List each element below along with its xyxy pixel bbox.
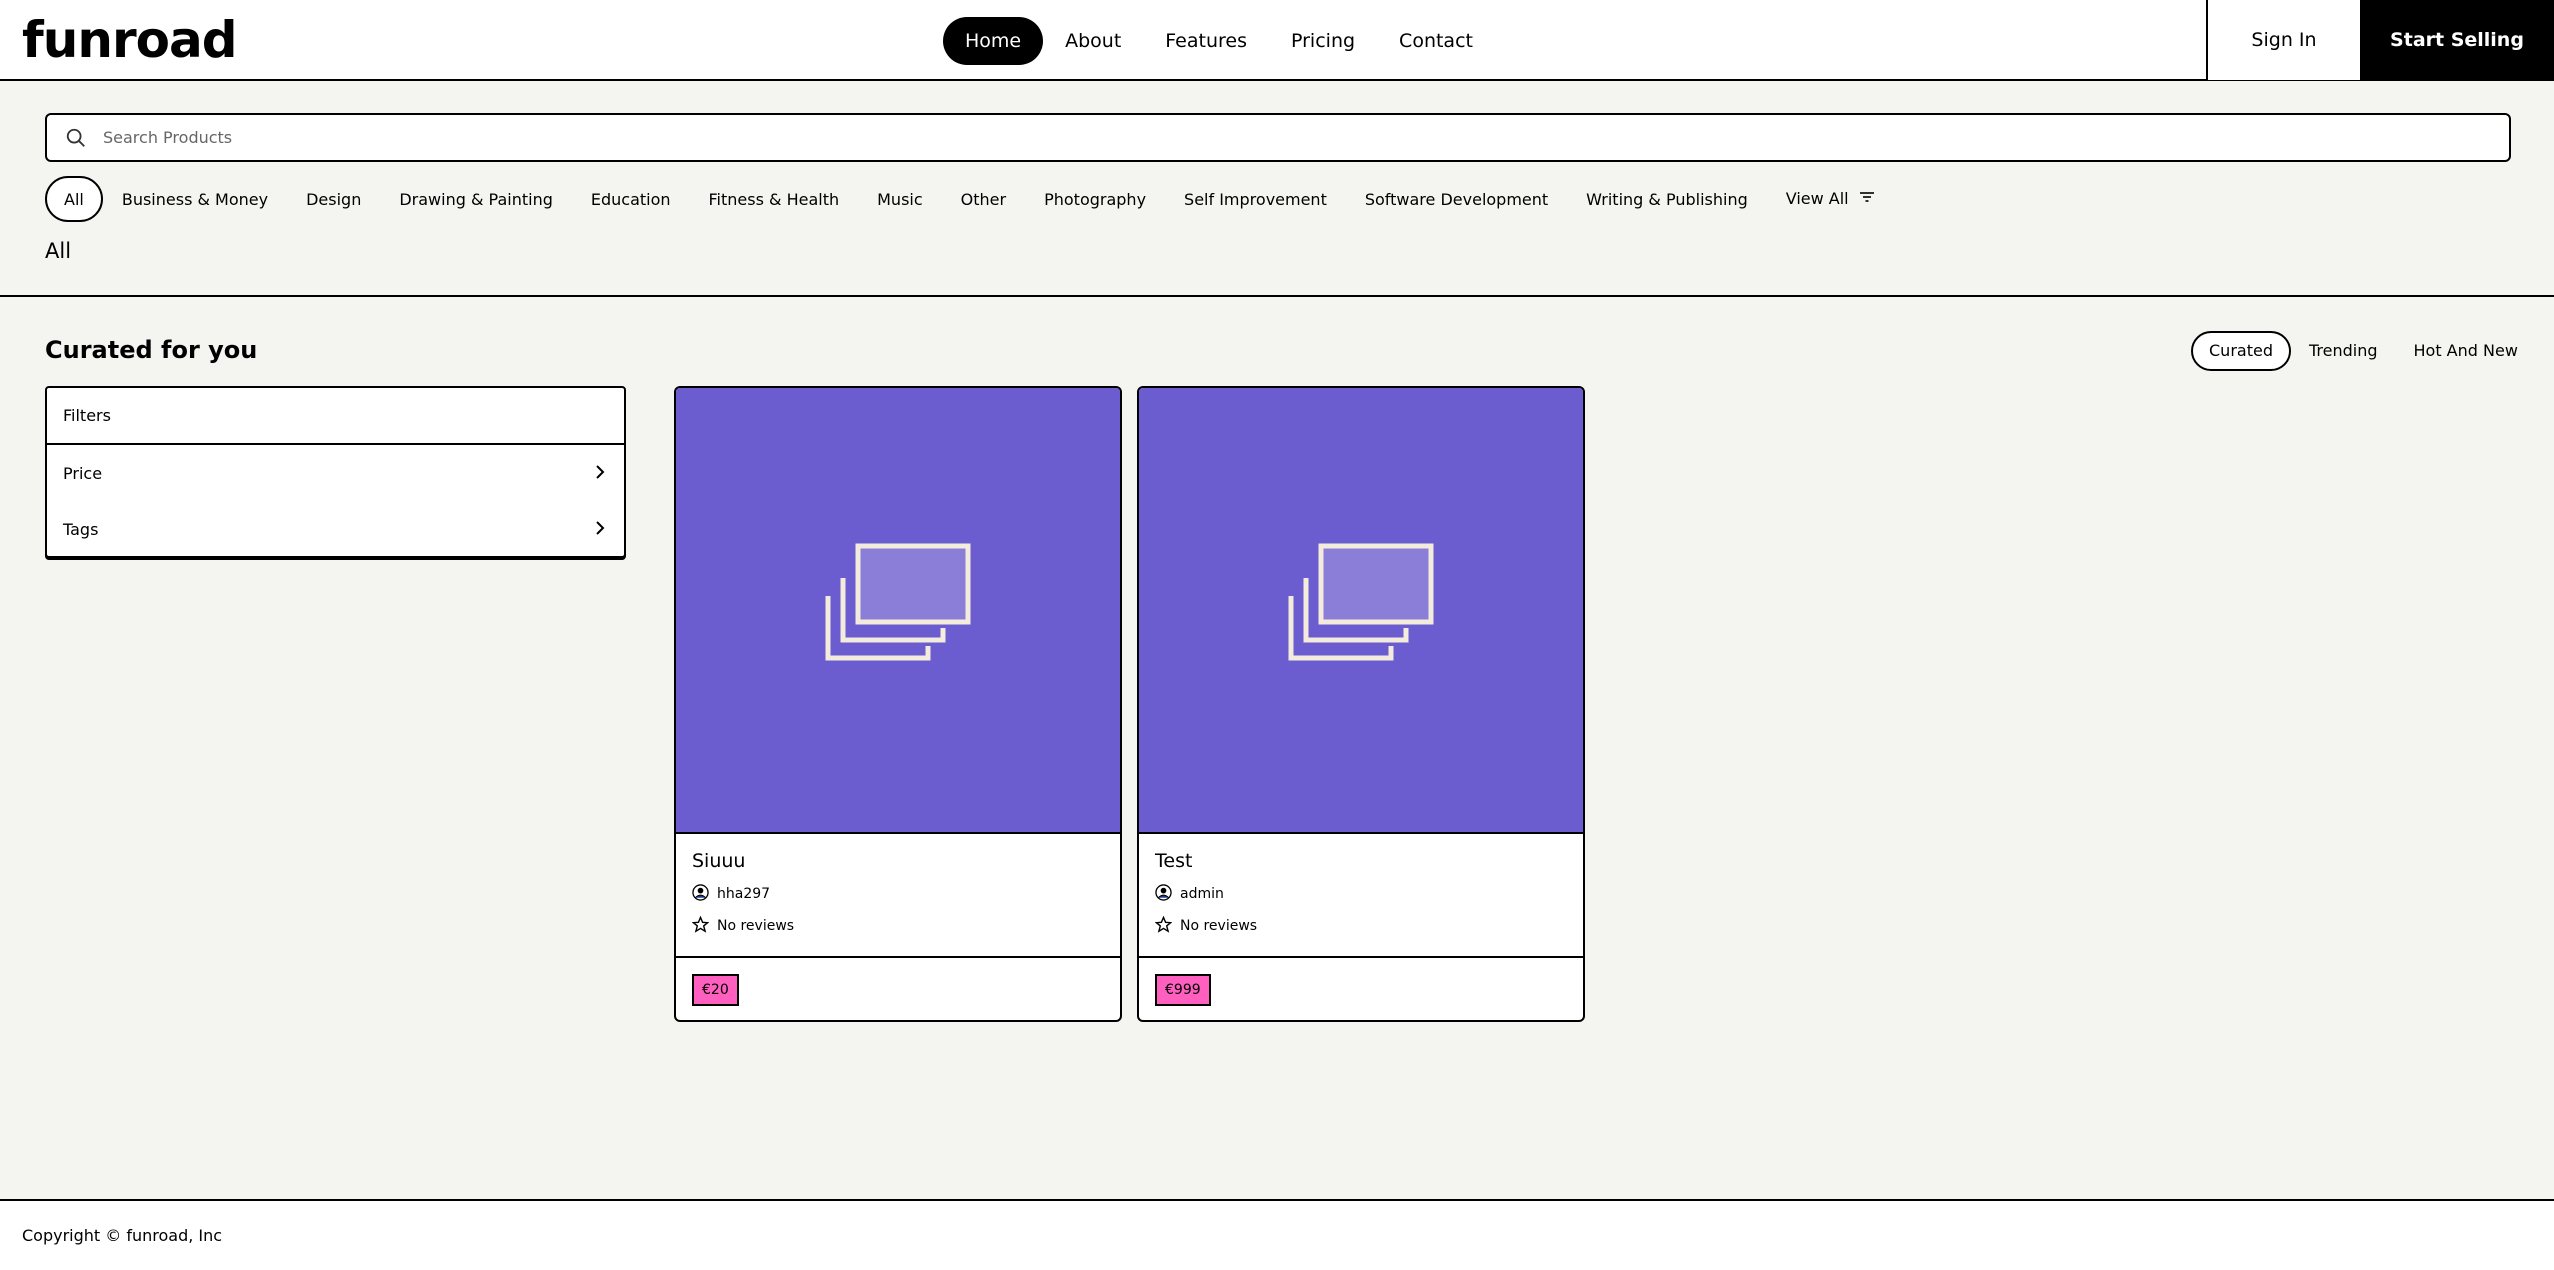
sort-tab-curated[interactable]: Curated: [2191, 331, 2291, 371]
author-name: hha297: [717, 886, 771, 902]
category-education[interactable]: Education: [572, 176, 690, 222]
image-placeholder-icon: [1276, 538, 1446, 682]
category-business-money[interactable]: Business & Money: [103, 176, 287, 222]
product-footer: €999: [1139, 958, 1583, 1020]
start-selling-button[interactable]: Start Selling: [2360, 0, 2554, 80]
user-avatar-icon: [1155, 883, 1172, 905]
product-image: [676, 388, 1120, 834]
sign-in-button[interactable]: Sign In: [2206, 0, 2360, 80]
category-software-development[interactable]: Software Development: [1346, 176, 1567, 222]
product-info: Siuuu hha297 No reviews: [676, 834, 1120, 958]
top-navbar: funroad Home About Features Pricing Cont…: [0, 0, 2554, 81]
filters-panel: Filters Price Tags: [45, 386, 626, 558]
product-title[interactable]: Siuuu: [692, 848, 1104, 874]
category-other[interactable]: Other: [942, 176, 1025, 222]
nav-link-pricing[interactable]: Pricing: [1269, 17, 1377, 65]
category-writing-publishing[interactable]: Writing & Publishing: [1567, 176, 1767, 222]
reviews-text: No reviews: [1180, 918, 1258, 934]
sort-tabs: Curated Trending Hot And New: [2191, 330, 2536, 372]
category-music[interactable]: Music: [858, 176, 942, 222]
category-all[interactable]: All: [45, 176, 103, 222]
current-category-label: All: [45, 239, 72, 263]
category-design[interactable]: Design: [287, 176, 380, 222]
section-title: Curated for you: [45, 336, 258, 364]
product-image: [1139, 388, 1583, 834]
search-icon: [63, 125, 89, 151]
reviews-text: No reviews: [717, 918, 795, 934]
sort-tab-hot-and-new[interactable]: Hot And New: [2396, 331, 2536, 371]
filters-header: Filters: [47, 388, 624, 445]
filter-tags[interactable]: Tags: [47, 501, 624, 557]
author-name: admin: [1180, 886, 1224, 902]
filter-price[interactable]: Price: [47, 445, 624, 501]
product-card[interactable]: Siuuu hha297 No reviews €20: [674, 386, 1122, 1022]
copyright-text: Copyright © funroad, Inc: [22, 1226, 223, 1245]
price-tag: €20: [692, 974, 739, 1006]
product-footer: €20: [676, 958, 1120, 1020]
nav-link-home[interactable]: Home: [943, 17, 1044, 65]
star-icon: [691, 915, 710, 937]
logo[interactable]: funroad: [22, 10, 237, 70]
nav-links: Home About Features Pricing Contact: [943, 17, 1495, 65]
price-tag: €999: [1155, 974, 1211, 1006]
filter-price-label: Price: [63, 463, 103, 483]
nav-link-about[interactable]: About: [1043, 17, 1143, 65]
category-self-improvement[interactable]: Self Improvement: [1165, 176, 1346, 222]
filter-lines-icon: [1859, 177, 1875, 221]
chevron-right-icon: [594, 520, 606, 539]
search-box[interactable]: [45, 113, 2511, 162]
product-card[interactable]: Test admin No reviews €999: [1137, 386, 1585, 1022]
filter-tags-label: Tags: [63, 519, 99, 539]
category-drawing-painting[interactable]: Drawing & Painting: [380, 176, 572, 222]
category-photography[interactable]: Photography: [1025, 176, 1165, 222]
category-bar: All Business & Money Design Drawing & Pa…: [45, 176, 1894, 222]
product-info: Test admin No reviews: [1139, 834, 1583, 958]
sort-tab-trending[interactable]: Trending: [2291, 331, 2396, 371]
product-reviews: No reviews: [1154, 914, 1567, 938]
search-section: All Business & Money Design Drawing & Pa…: [0, 81, 2554, 297]
view-all-button[interactable]: View All: [1767, 176, 1894, 222]
footer: Copyright © funroad, Inc: [0, 1199, 2554, 1270]
chevron-right-icon: [594, 464, 606, 483]
search-input[interactable]: [103, 128, 2509, 147]
user-avatar-icon: [692, 883, 709, 905]
product-reviews: No reviews: [691, 914, 1104, 938]
view-all-label: View All: [1785, 189, 1849, 208]
product-author[interactable]: admin: [1155, 882, 1567, 906]
nav-link-contact[interactable]: Contact: [1377, 17, 1495, 65]
image-placeholder-icon: [813, 538, 983, 682]
product-author[interactable]: hha297: [692, 882, 1104, 906]
nav-link-features[interactable]: Features: [1143, 17, 1269, 65]
category-fitness-health[interactable]: Fitness & Health: [690, 176, 859, 222]
star-icon: [1154, 915, 1173, 937]
product-title[interactable]: Test: [1155, 848, 1567, 874]
